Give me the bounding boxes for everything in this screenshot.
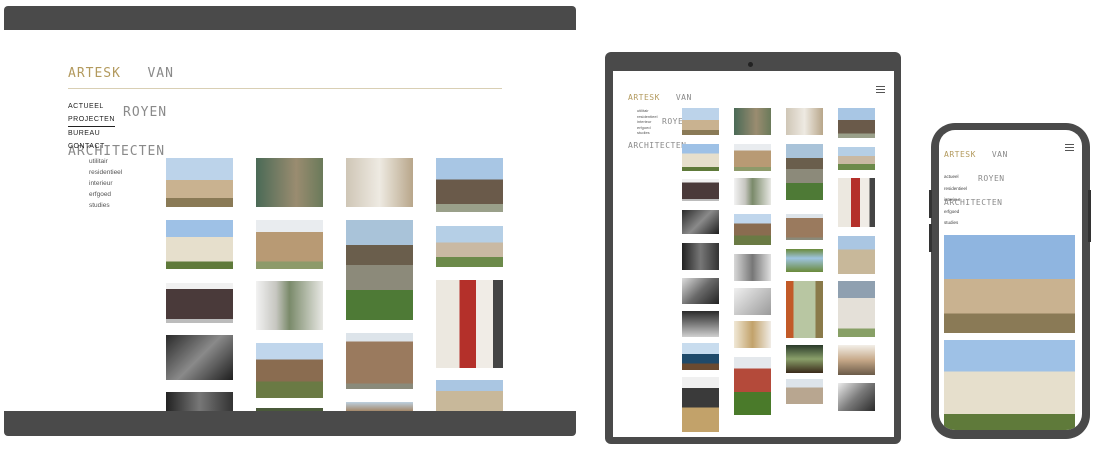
project-thumbnail[interactable]	[838, 383, 875, 411]
project-thumbnail[interactable]	[786, 345, 823, 373]
subnav-item-residentieel[interactable]: residentieel	[89, 167, 122, 178]
project-thumbnail[interactable]	[786, 108, 823, 135]
tablet-screen: ARTESK VAN ROYEN ARCHITECTEN utilitair r…	[613, 71, 894, 437]
hamburger-menu-icon[interactable]	[876, 86, 885, 95]
project-thumbnail[interactable]	[436, 380, 503, 411]
project-thumbnail[interactable]	[838, 345, 875, 375]
project-thumbnail[interactable]	[944, 235, 1075, 333]
subnav-item-interieur[interactable]: interieur	[89, 178, 122, 189]
project-thumbnail[interactable]	[682, 179, 719, 201]
project-thumbnail[interactable]	[944, 340, 1075, 430]
project-thumbnail[interactable]	[346, 220, 413, 320]
project-thumbnail[interactable]	[682, 144, 719, 171]
nav-item-bureau[interactable]: BUREAU	[68, 127, 115, 140]
project-thumbnail[interactable]	[734, 144, 771, 171]
main-nav: ACTUEEL PROJECTEN BUREAU CONTACT	[68, 100, 115, 153]
project-thumbnail[interactable]	[256, 220, 323, 269]
project-thumbnail[interactable]	[734, 178, 771, 205]
project-thumbnail[interactable]	[256, 158, 323, 207]
subnav-item-erfgoed[interactable]: erfgoed	[89, 189, 122, 200]
project-thumbnail[interactable]	[838, 236, 875, 274]
project-thumbnail[interactable]	[734, 254, 771, 281]
brand-line1-a: ARTESK	[944, 150, 976, 159]
phone-side-button	[929, 190, 932, 218]
project-thumbnail[interactable]	[838, 281, 875, 337]
subnav-item-residentieel[interactable]: residentieel	[944, 183, 967, 195]
phone-sub-nav: actueel residentieel interieur erfgoed s…	[944, 171, 967, 229]
project-thumbnail[interactable]	[734, 288, 771, 315]
project-thumbnail[interactable]	[682, 243, 719, 270]
sub-nav: utilitair residentieel interieur erfgoed…	[89, 156, 122, 211]
subnav-item-studies[interactable]: studies	[89, 200, 122, 211]
phone-screen: ARTESK VAN ROYEN ARCHITECTEN actueel res…	[939, 130, 1082, 430]
subnav-item-actueel[interactable]: actueel	[944, 171, 967, 183]
project-thumbnail[interactable]	[166, 392, 233, 411]
project-thumbnail[interactable]	[346, 333, 413, 389]
phone-side-button	[929, 224, 932, 252]
tablet-camera	[748, 62, 753, 67]
project-thumbnail[interactable]	[734, 214, 771, 245]
nav-item-actueel[interactable]: ACTUEEL	[68, 100, 115, 113]
project-thumbnail[interactable]	[786, 249, 823, 272]
subnav-item-erfgoed[interactable]: erfgoed	[944, 206, 967, 218]
project-thumbnail[interactable]	[256, 408, 323, 411]
project-thumbnail[interactable]	[786, 144, 823, 200]
project-thumbnail[interactable]	[682, 311, 719, 337]
project-thumbnail[interactable]	[682, 210, 719, 234]
project-thumbnail[interactable]	[786, 281, 823, 338]
project-thumbnail[interactable]	[838, 108, 875, 138]
brand-line1-a: ARTESK	[628, 93, 660, 102]
header-divider	[68, 88, 502, 89]
project-thumbnail[interactable]	[166, 158, 233, 207]
nav-item-projecten[interactable]: PROJECTEN	[68, 113, 115, 127]
project-thumbnail[interactable]	[166, 220, 233, 269]
project-thumbnail[interactable]	[256, 343, 323, 398]
phone-side-button	[1088, 190, 1091, 242]
project-thumbnail[interactable]	[682, 278, 719, 304]
project-thumbnail[interactable]	[734, 357, 771, 415]
project-thumbnail[interactable]	[734, 321, 771, 348]
project-thumbnail[interactable]	[346, 158, 413, 207]
tablet-sub-nav: utilitair residentieel interieur erfgoed…	[637, 108, 657, 136]
brand-line1-a: ARTESK	[68, 66, 121, 81]
subnav-item-studies[interactable]: studies	[944, 217, 967, 229]
brand-line1-b: VAN	[675, 93, 692, 102]
project-thumbnail[interactable]	[166, 283, 233, 323]
hamburger-menu-icon[interactable]	[1065, 144, 1074, 153]
project-thumbnail[interactable]	[166, 335, 233, 380]
brand-line1-b: VAN	[991, 150, 1008, 159]
project-thumbnail[interactable]	[436, 280, 503, 368]
project-thumbnail[interactable]	[786, 214, 823, 240]
project-thumbnail[interactable]	[734, 108, 771, 135]
project-thumbnail[interactable]	[682, 108, 719, 135]
nav-item-contact[interactable]: CONTACT	[68, 140, 115, 153]
project-thumbnail[interactable]	[682, 343, 719, 370]
project-thumbnail[interactable]	[786, 379, 823, 404]
subnav-item-studies[interactable]: studies	[637, 130, 657, 136]
project-thumbnail[interactable]	[682, 377, 719, 432]
project-thumbnail[interactable]	[838, 178, 875, 227]
project-thumbnail[interactable]	[838, 147, 875, 170]
project-thumbnail[interactable]	[256, 281, 323, 330]
subnav-item-utilitair[interactable]: utilitair	[89, 156, 122, 167]
subnav-item-interieur[interactable]: interieur	[944, 194, 967, 206]
desktop-screen: ARTESK VAN ROYEN ARCHITECTEN ACTUEEL PRO…	[4, 30, 576, 411]
project-thumbnail[interactable]	[346, 402, 413, 411]
project-thumbnail[interactable]	[436, 158, 503, 212]
brand-line1-b: VAN	[147, 66, 174, 81]
project-thumbnail[interactable]	[436, 226, 503, 267]
